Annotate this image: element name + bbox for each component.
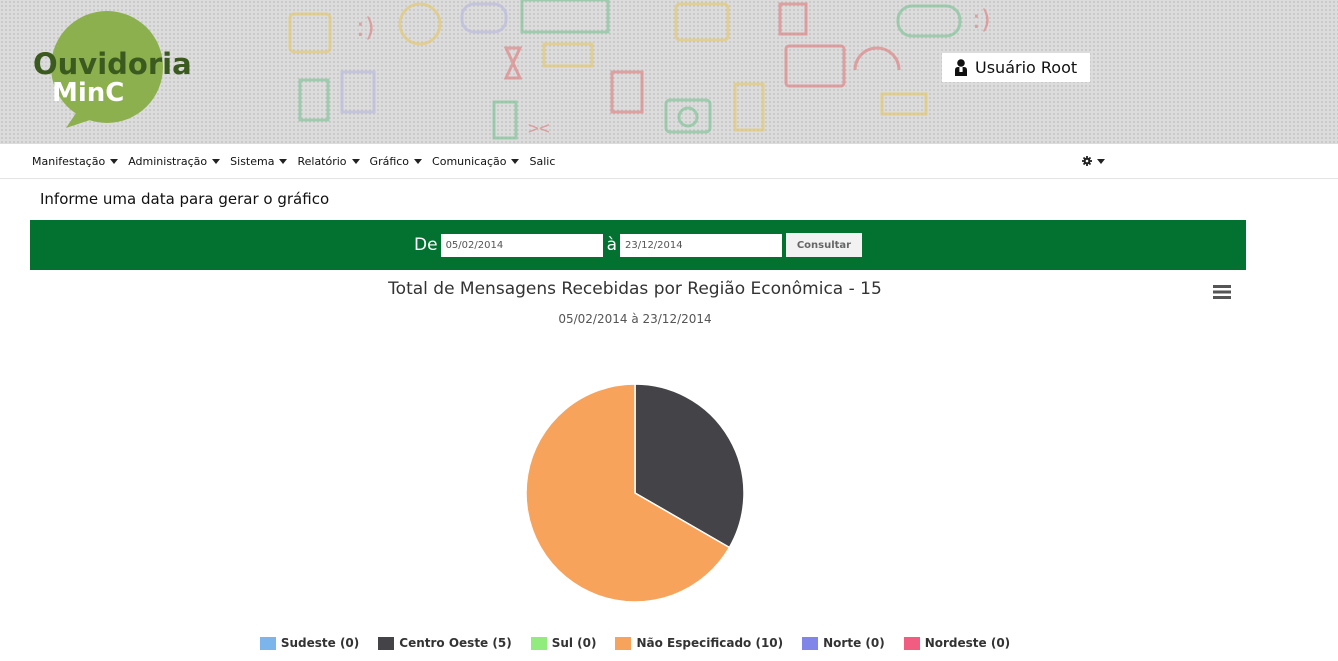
nav-item-sistema[interactable]: Sistema	[230, 155, 288, 168]
legend-label: Nordeste (0)	[924, 636, 1011, 650]
nav-item-label: Manifestação	[32, 155, 106, 168]
hourglass-icon	[503, 46, 523, 80]
nav-item-manifestacao[interactable]: Manifestação	[32, 155, 119, 168]
pocket-icon	[340, 70, 376, 114]
nav-item-label: Sistema	[230, 155, 275, 168]
chart-subtitle: 05/02/2014 à 23/12/2014	[558, 312, 712, 326]
pie-chart	[525, 383, 745, 603]
chart-legend: Sudeste (0) Centro Oeste (5) Sul (0) Não Es…	[0, 636, 1270, 650]
document-icon	[298, 78, 330, 122]
legend-swatch	[530, 636, 547, 650]
legend-swatch	[259, 636, 276, 650]
nav-item-grafico[interactable]: Gráfico	[370, 155, 423, 168]
nav-item-label: Comunicação	[432, 155, 507, 168]
folder-icon	[288, 12, 332, 54]
chevron-down-icon	[110, 159, 119, 164]
user-icon	[955, 59, 967, 76]
battery-icon	[733, 82, 765, 132]
nav-item-label: Administração	[128, 155, 208, 168]
svg-text:><: ><	[528, 118, 550, 139]
chevron-down-icon	[511, 159, 520, 164]
svg-text::): :)	[356, 13, 375, 43]
legend-label: Norte (0)	[823, 636, 885, 650]
legend-item[interactable]: Centro Oeste (5)	[378, 636, 512, 650]
from-label: De	[414, 235, 438, 255]
legend-swatch	[615, 636, 632, 650]
phone-icon	[492, 100, 518, 140]
chevron-down-icon	[279, 159, 288, 164]
legend-label: Sudeste (0)	[280, 636, 360, 650]
legend-item[interactable]: Sudeste (0)	[259, 636, 360, 650]
consultar-button[interactable]: Consultar	[785, 233, 862, 257]
user-name: Usuário Root	[975, 58, 1078, 77]
user-menu[interactable]: Usuário Root	[942, 53, 1090, 82]
nav-item-relatorio[interactable]: Relatório	[297, 155, 360, 168]
main-nav: Manifestação Administração Sistema Relatóri…	[0, 144, 1338, 179]
legend-swatch	[903, 636, 920, 650]
start-date-input[interactable]	[440, 233, 603, 257]
legend-item[interactable]: Nordeste (0)	[903, 636, 1011, 650]
nav-item-label: Relatório	[297, 155, 347, 168]
legend-item[interactable]: Norte (0)	[802, 636, 885, 650]
chart-title: Total de Mensagens Recebidas por Região …	[388, 279, 882, 299]
legend-swatch	[378, 636, 395, 650]
gear-icon	[1082, 156, 1092, 166]
gamepad-icon	[896, 4, 962, 38]
legend-label: Não Especificado (10)	[636, 636, 784, 650]
legend-item[interactable]: Sul (0)	[530, 636, 597, 650]
notes-icon	[610, 70, 644, 114]
briefcase-icon	[784, 44, 846, 88]
svg-text:MinC: MinC	[52, 78, 124, 108]
to-label: à	[606, 235, 617, 255]
chevron-down-icon	[1097, 158, 1105, 164]
header-banner: :) :) >< Ouvidoria MinC Usuário Root	[0, 0, 1338, 144]
nav-item-salic[interactable]: Salic	[529, 155, 555, 168]
chevron-down-icon	[212, 159, 221, 164]
chat-bubble-icon	[460, 2, 508, 34]
svg-text:Ouvidoria: Ouvidoria	[33, 47, 192, 81]
legend-item[interactable]: Não Especificado (10)	[615, 636, 783, 650]
nav-item-administracao[interactable]: Administração	[128, 155, 221, 168]
tape-icon	[880, 92, 928, 116]
nav-list: Manifestação Administração Sistema Relatóri…	[32, 144, 565, 179]
date-filter-bar: De à Consultar	[30, 220, 1246, 270]
cassette-icon	[542, 42, 594, 68]
keyboard-icon	[520, 0, 610, 34]
decorative-icons-pattern: :) :) ><	[288, 0, 991, 140]
legend-label: Centro Oeste (5)	[399, 636, 512, 650]
svg-text::): :)	[972, 5, 991, 35]
floppy-icon	[778, 2, 808, 36]
smiley-icon	[398, 2, 442, 46]
legend-swatch	[802, 636, 819, 650]
headphones-icon	[853, 46, 901, 71]
settings-menu[interactable]	[1082, 156, 1105, 166]
chevron-down-icon	[414, 159, 423, 164]
chevron-down-icon	[351, 159, 360, 164]
date-prompt: Informe uma data para gerar o gráfico	[40, 190, 330, 208]
legend-label: Sul (0)	[551, 636, 597, 650]
nav-item-label: Gráfico	[369, 155, 410, 168]
end-date-input[interactable]	[619, 233, 782, 257]
chart-menu-icon[interactable]	[1213, 284, 1231, 300]
nav-item-comunicacao[interactable]: Comunicação	[432, 155, 520, 168]
calculator-icon	[674, 2, 730, 42]
ouvidoria-minc-logo: Ouvidoria MinC	[33, 11, 192, 128]
nav-item-label: Salic	[529, 155, 556, 168]
